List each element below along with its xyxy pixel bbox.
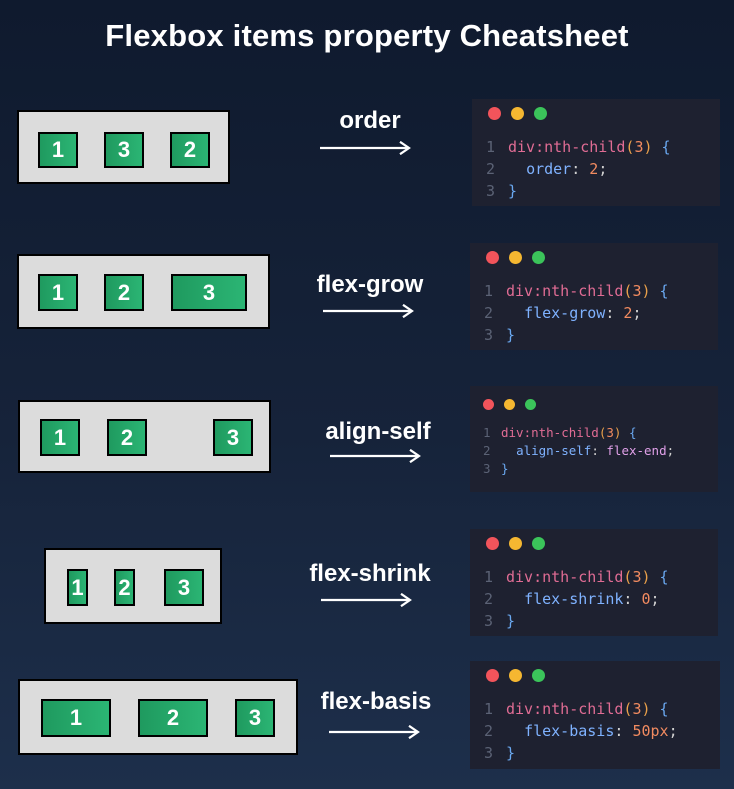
align-self-label: align-self	[325, 418, 431, 445]
flex-basis-code-panel: 1 div:nth-child(3) { 2 flex-basis: 50px; …	[470, 661, 720, 769]
code-block: 1 div:nth-child(3) { 2 align-self: flex-e…	[483, 425, 675, 476]
minimize-dot-icon	[509, 537, 522, 550]
close-dot-icon	[483, 399, 494, 410]
close-dot-icon	[488, 107, 501, 120]
flex-item-3: 3	[104, 132, 144, 168]
flex-grow-label: flex-grow	[316, 271, 424, 298]
maximize-dot-icon	[532, 251, 545, 264]
code-block: 1 div:nth-child(3) { 2 order: 2; 3}	[486, 138, 671, 200]
flex-shrink-code-panel: 1 div:nth-child(3) { 2 flex-shrink: 0; 3}	[470, 529, 718, 636]
flex-item-1: 1	[41, 699, 111, 737]
close-dot-icon	[486, 537, 499, 550]
flex-item-2: 2	[138, 699, 208, 737]
maximize-dot-icon	[534, 107, 547, 120]
flex-item-3: 3	[213, 419, 253, 456]
minimize-dot-icon	[511, 107, 524, 120]
maximize-dot-icon	[532, 537, 545, 550]
flex-grow-demo-container: 1 2 3	[17, 254, 270, 329]
window-controls	[483, 399, 536, 410]
order-label: order	[339, 107, 401, 134]
right-arrow-icon	[321, 593, 412, 607]
window-controls	[486, 251, 545, 264]
right-arrow-icon	[330, 449, 421, 463]
code-block: 1 div:nth-child(3) { 2 flex-shrink: 0; 3}	[484, 568, 669, 630]
minimize-dot-icon	[504, 399, 515, 410]
flex-item-1: 1	[40, 419, 80, 456]
flex-grow-code-panel: 1 div:nth-child(3) { 2 flex-grow: 2; 3}	[470, 243, 718, 350]
flex-basis-demo-container: 1 2 3	[18, 679, 298, 755]
window-controls	[486, 669, 545, 682]
close-dot-icon	[486, 669, 499, 682]
flex-item-2: 2	[114, 569, 135, 606]
window-controls	[486, 537, 545, 550]
flex-shrink-label: flex-shrink	[309, 560, 431, 587]
code-block: 1 div:nth-child(3) { 2 flex-basis: 50px; …	[484, 700, 678, 762]
flex-item-1: 1	[38, 274, 78, 311]
flex-item-2: 2	[107, 419, 147, 456]
right-arrow-icon	[329, 725, 420, 739]
flex-shrink-demo-container: 1 2 3	[44, 548, 222, 624]
minimize-dot-icon	[509, 251, 522, 264]
align-self-demo-container: 1 2 3	[18, 400, 271, 473]
minimize-dot-icon	[509, 669, 522, 682]
order-demo-container: 1 3 2	[17, 110, 230, 184]
flex-basis-label: flex-basis	[320, 688, 432, 715]
flex-item-1: 1	[38, 132, 78, 168]
flex-item-3: 3	[164, 569, 204, 606]
order-code-panel: 1 div:nth-child(3) { 2 order: 2; 3}	[472, 99, 720, 206]
window-controls	[488, 107, 547, 120]
right-arrow-icon	[320, 141, 411, 155]
right-arrow-icon	[323, 304, 414, 318]
flex-item-2: 2	[170, 132, 210, 168]
close-dot-icon	[486, 251, 499, 264]
flex-item-1: 1	[67, 569, 88, 606]
align-self-code-panel: 1 div:nth-child(3) { 2 align-self: flex-e…	[470, 386, 718, 492]
code-block: 1 div:nth-child(3) { 2 flex-grow: 2; 3}	[484, 282, 669, 344]
maximize-dot-icon	[525, 399, 536, 410]
flex-item-3: 3	[171, 274, 247, 311]
flex-item-3: 3	[235, 699, 275, 737]
page-title: Flexbox items property Cheatsheet	[105, 18, 629, 53]
maximize-dot-icon	[532, 669, 545, 682]
flex-item-2: 2	[104, 274, 144, 311]
